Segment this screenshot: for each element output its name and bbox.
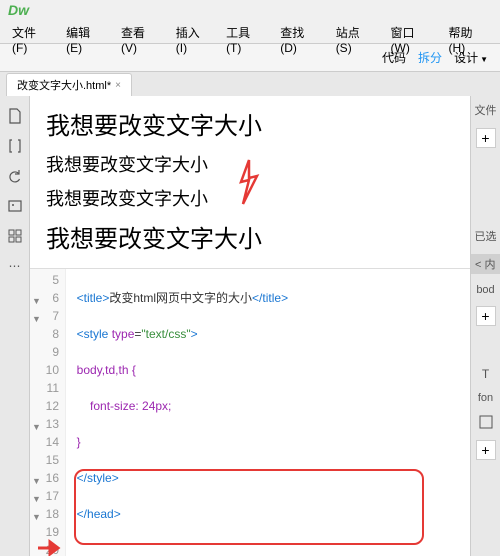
menu-tools[interactable]: 工具(T)	[218, 20, 272, 43]
menu-bar: 文件(F) 编辑(E) 查看(V) 插入(I) 工具(T) 查找(D) 站点(S…	[0, 20, 500, 44]
line-number: ▼17	[30, 487, 59, 505]
grid-icon[interactable]	[7, 228, 23, 244]
right-panel: 文件 + 已选 < 内 bod + T fon +	[470, 96, 500, 556]
add-button[interactable]: +	[476, 128, 496, 148]
title-bar: Dw	[0, 0, 500, 20]
menu-insert[interactable]: 插入(I)	[168, 20, 218, 43]
left-toolbar: ⋯	[0, 96, 30, 556]
line-number: ▼13	[30, 415, 59, 433]
chevron-down-icon: ▼	[480, 55, 488, 64]
document-tab-bar: 改变文字大小.html* ×	[0, 72, 500, 96]
panel-files-label[interactable]: 文件	[475, 102, 497, 118]
refresh-icon[interactable]	[7, 168, 23, 184]
line-number: 10	[30, 361, 59, 379]
view-split-button[interactable]: 拆分	[418, 49, 442, 66]
line-number-gutter: 5 ▼6 ▼7 8 9 10 11 12 ▼13 14 15 ▼16 ▼17 ▼…	[30, 269, 66, 556]
app-logo: Dw	[8, 2, 29, 18]
text-icon[interactable]: T	[478, 366, 494, 382]
add-button[interactable]: +	[476, 440, 496, 460]
line-number: 14	[30, 433, 59, 451]
close-icon[interactable]: ×	[115, 80, 121, 91]
line-number: ▼7	[30, 307, 59, 325]
menu-window[interactable]: 窗口(W)	[383, 20, 441, 43]
content-area: 我想要改变文字大小 我想要改变文字大小 我想要改变文字大小 我想要改变文字大小 …	[30, 96, 470, 556]
line-number: ▼16	[30, 469, 59, 487]
code-editor[interactable]: 5 ▼6 ▼7 8 9 10 11 12 ▼13 14 15 ▼16 ▼17 ▼…	[30, 269, 470, 556]
image-icon[interactable]	[7, 198, 23, 214]
preview-text-4: 我想要改变文字大小	[46, 219, 454, 254]
line-number: 15	[30, 451, 59, 469]
menu-file[interactable]: 文件(F)	[4, 20, 58, 43]
line-number: 8	[30, 325, 59, 343]
menu-site[interactable]: 站点(S)	[328, 20, 383, 43]
file-icon[interactable]	[7, 108, 23, 124]
more-icon[interactable]: ⋯	[7, 258, 23, 274]
panel-fon-label: fon	[478, 392, 493, 404]
lightning-annotation-icon	[235, 158, 263, 206]
view-design-button[interactable]: 设计▼	[454, 49, 488, 66]
view-code-button[interactable]: 代码	[382, 49, 406, 66]
add-button[interactable]: +	[476, 306, 496, 326]
line-number: 12	[30, 397, 59, 415]
live-preview: 我想要改变文字大小 我想要改变文字大小 我想要改变文字大小 我想要改变文字大小	[30, 96, 470, 269]
preview-text-1: 我想要改变文字大小	[46, 106, 454, 141]
menu-edit[interactable]: 编辑(E)	[58, 20, 113, 43]
menu-help[interactable]: 帮助(H)	[441, 20, 496, 43]
line-number: 9	[30, 343, 59, 361]
code-text[interactable]: <title>改变html网页中文字的大小</title> <style typ…	[66, 269, 470, 556]
brackets-icon[interactable]	[7, 138, 23, 154]
main-area: ⋯ 我想要改变文字大小 我想要改变文字大小 我想要改变文字大小 我想要改变文字大…	[0, 96, 500, 556]
arrow-annotation-icon	[36, 538, 66, 556]
document-tab[interactable]: 改变文字大小.html* ×	[6, 73, 132, 96]
panel-item[interactable]: < 内	[471, 254, 500, 274]
line-number: ▼18	[30, 505, 59, 523]
panel-bod-label: bod	[476, 284, 494, 296]
panel-selected-label: 已选	[475, 228, 497, 244]
menu-find[interactable]: 查找(D)	[272, 20, 327, 43]
panel-icon[interactable]	[478, 414, 494, 430]
line-number: 5	[30, 271, 59, 289]
menu-view[interactable]: 查看(V)	[113, 20, 168, 43]
tab-label: 改变文字大小.html*	[17, 77, 111, 93]
line-number: 11	[30, 379, 59, 397]
line-number: ▼6	[30, 289, 59, 307]
